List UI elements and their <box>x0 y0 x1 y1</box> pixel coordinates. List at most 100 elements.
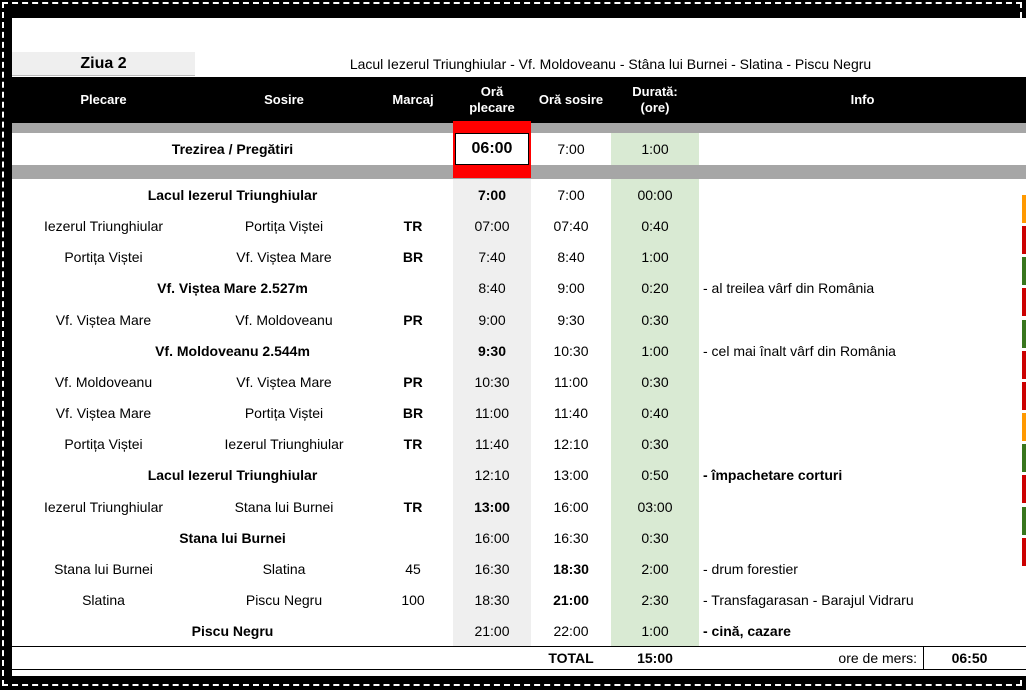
row-end[interactable]: 9:00 <box>531 273 611 303</box>
row-to[interactable]: Slatina <box>195 554 373 584</box>
row-info[interactable] <box>699 242 1026 272</box>
row-start[interactable]: 8:40 <box>453 273 531 303</box>
row-end[interactable]: 8:40 <box>531 242 611 272</box>
row-marker[interactable]: PR <box>373 367 453 397</box>
row-from[interactable]: Portița Viștei <box>12 429 195 459</box>
row-duration[interactable]: 0:50 <box>611 460 699 490</box>
row-info[interactable] <box>699 492 1026 522</box>
row-marker[interactable]: BR <box>373 398 453 428</box>
row-start[interactable]: 16:30 <box>453 554 531 584</box>
row-duration[interactable]: 0:30 <box>611 429 699 459</box>
row-duration[interactable]: 03:00 <box>611 492 699 522</box>
row-end[interactable]: 21:00 <box>531 585 611 615</box>
row-info[interactable]: - cel mai înalt vârf din România <box>699 336 1026 366</box>
row-start[interactable]: 18:30 <box>453 585 531 615</box>
row-end[interactable]: 10:30 <box>531 336 611 366</box>
row-start[interactable]: 16:00 <box>453 523 531 553</box>
row-info[interactable] <box>699 211 1026 241</box>
row-marker[interactable]: TR <box>373 211 453 241</box>
row-start[interactable]: 11:40 <box>453 429 531 459</box>
row-info[interactable]: - cină, cazare <box>699 616 1026 646</box>
row-from[interactable]: Vf. Moldoveanu <box>12 367 195 397</box>
header-marcaj[interactable]: Marcaj <box>373 77 453 123</box>
row-start[interactable]: 7:00 <box>453 180 531 210</box>
row-duration[interactable]: 0:30 <box>611 523 699 553</box>
row-start[interactable]: 9:00 <box>453 305 531 335</box>
row-start[interactable]: 07:00 <box>453 211 531 241</box>
row-info[interactable] <box>699 305 1026 335</box>
row-end[interactable]: 18:30 <box>531 554 611 584</box>
header-durata[interactable]: Durată: (ore) <box>611 77 699 123</box>
row-end[interactable]: 12:10 <box>531 429 611 459</box>
row-marker[interactable]: 45 <box>373 554 453 584</box>
row-info[interactable]: - împachetare corturi <box>699 460 1026 490</box>
row-end[interactable]: 11:00 <box>531 367 611 397</box>
row-info[interactable] <box>699 180 1026 210</box>
row-duration[interactable]: 1:00 <box>611 336 699 366</box>
row-start[interactable]: 9:30 <box>453 336 531 366</box>
row-end[interactable]: 11:40 <box>531 398 611 428</box>
row-to[interactable]: Piscu Negru <box>195 585 373 615</box>
row-duration[interactable]: 0:40 <box>611 398 699 428</box>
day-route[interactable]: Lacul Iezerul Triunghiular - Vf. Moldove… <box>195 52 1026 76</box>
row-location[interactable]: Vf. Viștea Mare 2.527m <box>12 273 453 303</box>
header-sosire[interactable]: Sosire <box>195 77 373 123</box>
row-to[interactable]: Vf. Viștea Mare <box>195 367 373 397</box>
row-from[interactable]: Iezerul Triunghiular <box>12 492 195 522</box>
row-info[interactable]: - al treilea vârf din România <box>699 273 1026 303</box>
row-marker[interactable]: PR <box>373 305 453 335</box>
row-start[interactable]: 10:30 <box>453 367 531 397</box>
row-end[interactable]: 16:30 <box>531 523 611 553</box>
row-duration[interactable]: 0:40 <box>611 211 699 241</box>
wake-start[interactable]: 06:00 <box>455 133 529 165</box>
total-label[interactable]: TOTAL <box>531 646 611 670</box>
row-marker[interactable]: TR <box>373 492 453 522</box>
row-to[interactable]: Portița Viștei <box>195 211 373 241</box>
row-duration[interactable]: 0:20 <box>611 273 699 303</box>
row-from[interactable]: Vf. Viștea Mare <box>12 398 195 428</box>
wake-end[interactable]: 7:00 <box>531 133 611 165</box>
row-end[interactable]: 07:40 <box>531 211 611 241</box>
row-to[interactable]: Portița Viștei <box>195 398 373 428</box>
header-info[interactable]: Info <box>699 77 1026 123</box>
row-marker[interactable]: BR <box>373 242 453 272</box>
row-marker[interactable]: 100 <box>373 585 453 615</box>
wake-label[interactable]: Trezirea / Pregătiri <box>12 133 453 165</box>
row-duration[interactable]: 00:00 <box>611 180 699 210</box>
row-info[interactable] <box>699 523 1026 553</box>
row-from[interactable]: Portița Viștei <box>12 242 195 272</box>
row-end[interactable]: 9:30 <box>531 305 611 335</box>
row-location[interactable]: Piscu Negru <box>12 616 453 646</box>
row-location[interactable]: Lacul Iezerul Triunghiular <box>12 460 453 490</box>
walking-label[interactable]: ore de mers: <box>699 646 923 670</box>
row-duration[interactable]: 1:00 <box>611 616 699 646</box>
header-ora-sosire[interactable]: Oră sosire <box>531 77 611 123</box>
row-location[interactable]: Stana lui Burnei <box>12 523 453 553</box>
row-info[interactable] <box>699 367 1026 397</box>
row-location[interactable]: Vf. Moldoveanu 2.544m <box>12 336 453 366</box>
row-to[interactable]: Iezerul Triunghiular <box>195 429 373 459</box>
row-duration[interactable]: 2:00 <box>611 554 699 584</box>
row-info[interactable]: - Transfagarasan - Barajul Vidraru <box>699 585 1026 615</box>
row-start[interactable]: 12:10 <box>453 460 531 490</box>
wake-duration[interactable]: 1:00 <box>611 133 699 165</box>
total-value[interactable]: 15:00 <box>611 646 699 670</box>
row-start[interactable]: 13:00 <box>453 492 531 522</box>
row-end[interactable]: 7:00 <box>531 180 611 210</box>
walking-value[interactable]: 06:50 <box>923 646 1015 670</box>
row-to[interactable]: Vf. Viștea Mare <box>195 242 373 272</box>
row-to[interactable]: Vf. Moldoveanu <box>195 305 373 335</box>
row-end[interactable]: 22:00 <box>531 616 611 646</box>
row-from[interactable]: Vf. Viștea Mare <box>12 305 195 335</box>
row-start[interactable]: 7:40 <box>453 242 531 272</box>
row-from[interactable]: Slatina <box>12 585 195 615</box>
row-info[interactable] <box>699 429 1026 459</box>
row-duration[interactable]: 1:00 <box>611 242 699 272</box>
row-from[interactable]: Stana lui Burnei <box>12 554 195 584</box>
row-info[interactable]: - drum forestier <box>699 554 1026 584</box>
row-marker[interactable]: TR <box>373 429 453 459</box>
row-duration[interactable]: 2:30 <box>611 585 699 615</box>
header-plecare[interactable]: Plecare <box>12 77 195 123</box>
row-location[interactable]: Lacul Iezerul Triunghiular <box>12 180 453 210</box>
row-start[interactable]: 21:00 <box>453 616 531 646</box>
